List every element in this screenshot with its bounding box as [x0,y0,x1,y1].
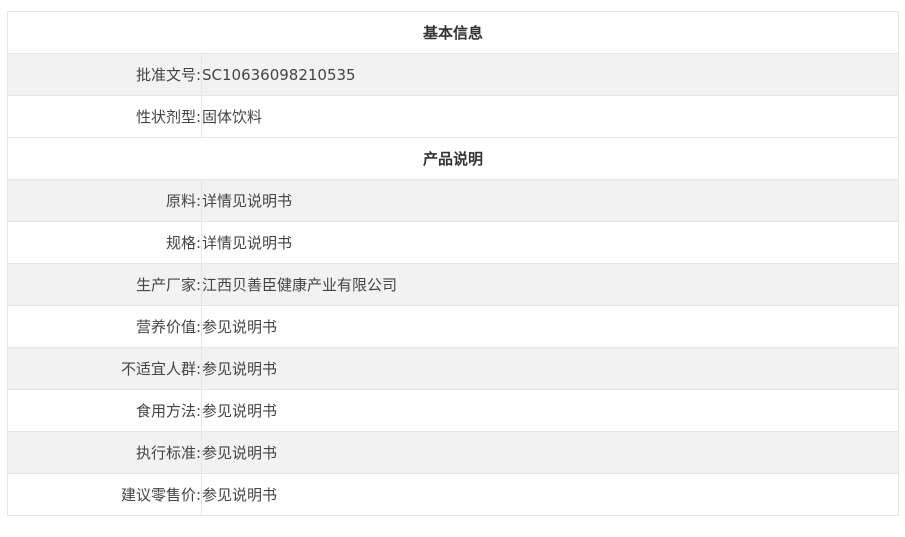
row-value: 参见说明书 [200,431,900,474]
table-row-unsuitable-groups: 不适宜人群: 参见说明书 [7,347,900,390]
row-label: 执行标准: [7,431,202,474]
section-title-product: 产品说明 [6,137,900,180]
row-label: 食用方法: [7,389,202,432]
row-value: SC10636098210535 [200,53,900,96]
table-row-usage: 食用方法: 参见说明书 [7,389,900,432]
section-header-basic: 基本信息 [6,11,900,54]
table-row-manufacturer: 生产厂家: 江西贝善臣健康产业有限公司 [7,263,900,306]
row-value: 参见说明书 [200,389,900,432]
row-value: 详情见说明书 [200,179,900,222]
row-label: 性状剂型: [7,95,202,138]
row-value: 固体饮料 [200,95,900,138]
row-label: 营养价值: [7,305,202,348]
row-value: 江西贝善臣健康产业有限公司 [200,263,900,306]
row-label: 原料: [7,179,202,222]
product-info-table: 基本信息 批准文号: SC10636098210535 性状剂型: 固体饮料 产… [6,11,900,516]
row-value: 详情见说明书 [200,221,900,264]
table-row-dosage-form: 性状剂型: 固体饮料 [7,95,900,138]
row-value: 参见说明书 [200,347,900,390]
table-row-specification: 规格: 详情见说明书 [7,221,900,264]
row-label: 建议零售价: [7,473,202,516]
row-label: 批准文号: [7,53,202,96]
table-row-nutrition: 营养价值: 参见说明书 [7,305,900,348]
section-title-basic: 基本信息 [6,11,900,54]
row-label: 不适宜人群: [7,347,202,390]
row-value: 参见说明书 [200,473,900,516]
row-label: 生产厂家: [7,263,202,306]
product-info-sheet: 基本信息 批准文号: SC10636098210535 性状剂型: 固体饮料 产… [6,11,900,516]
section-header-product: 产品说明 [6,137,900,180]
table-row-ingredients: 原料: 详情见说明书 [7,179,900,222]
table-row-retail-price: 建议零售价: 参见说明书 [7,473,900,516]
table-row-approval-number: 批准文号: SC10636098210535 [7,53,900,96]
row-value: 参见说明书 [200,305,900,348]
row-label: 规格: [7,221,202,264]
table-row-standard: 执行标准: 参见说明书 [7,431,900,474]
